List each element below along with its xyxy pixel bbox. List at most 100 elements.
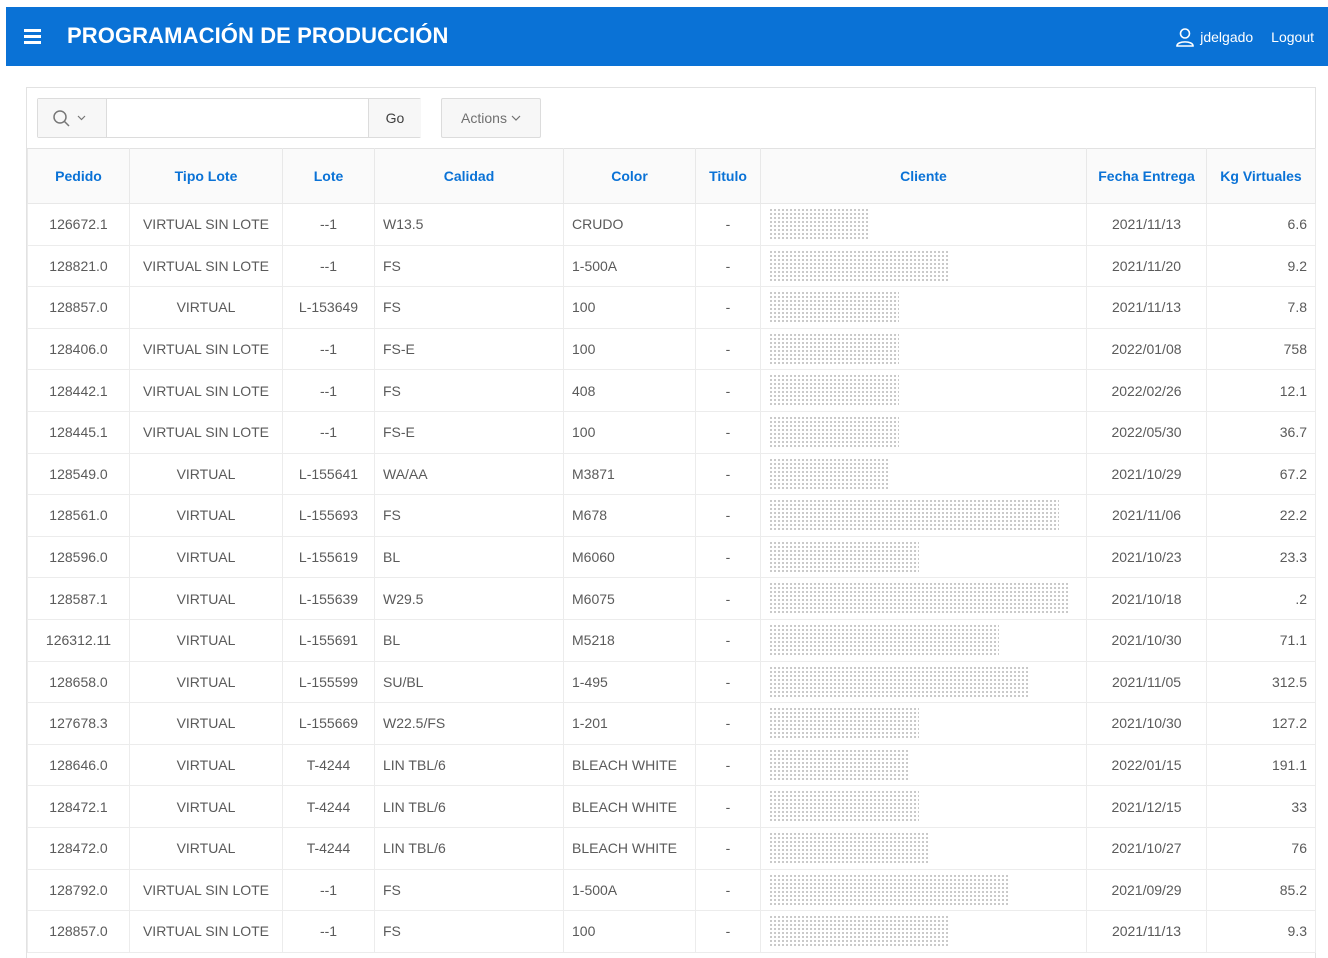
column-header-tipo-lote[interactable]: Tipo Lote <box>129 148 283 204</box>
cell-calidad: BL <box>374 535 564 579</box>
table-body: 126672.1 VIRTUAL SIN LOTE --1 W13.5 CRUDO -20… <box>27 203 1316 953</box>
cell-color: 1-500A <box>563 244 696 288</box>
hamburger-menu-icon[interactable] <box>20 24 44 48</box>
cell-lote: L-155619 <box>282 535 375 579</box>
table-row[interactable]: 128587.1 VIRTUAL L-155639 W29.5 M6075- 2021/1… <box>27 577 1316 620</box>
cell-tipo-lote: VIRTUAL <box>129 577 283 620</box>
search-input[interactable] <box>108 100 370 137</box>
table-row[interactable]: 128406.0 VIRTUAL SIN LOTE --1 FS-E 100- 2022/… <box>27 327 1316 371</box>
redacted-client-blur <box>769 499 1059 532</box>
cell-tipo-lote: VIRTUAL SIN LOTE <box>129 203 283 246</box>
cell-lote: --1 <box>282 369 375 412</box>
table-row[interactable]: 128445.1 VIRTUAL SIN LOTE --1 FS-E 100- 2022/… <box>27 410 1316 454</box>
redacted-client-blur <box>769 208 869 241</box>
cell-fecha-entrega: 2021/09/29 <box>1086 868 1207 912</box>
cell-pedido: 128561.0 <box>27 494 130 537</box>
table-row[interactable]: 128561.0 VIRTUAL L-155693 FS M678- 2021/11/06… <box>27 494 1316 537</box>
cell-lote: --1 <box>282 910 375 953</box>
cell-fecha-entrega: 2021/11/05 <box>1086 660 1207 704</box>
table-row[interactable]: 128596.0 VIRTUAL L-155619 BL M6060- 2021/10/2… <box>27 535 1316 579</box>
cell-calidad: SU/BL <box>374 660 564 704</box>
table-row[interactable]: 128646.0 VIRTUAL T-4244 LIN TBL/6 BLEACH WHI… <box>27 743 1316 787</box>
cell-cliente <box>760 369 1087 412</box>
cell-calidad: FS <box>374 910 564 953</box>
column-header-titulo[interactable]: Titulo <box>695 148 761 204</box>
cell-cliente <box>760 203 1087 246</box>
table-row[interactable]: 128857.0 VIRTUAL SIN LOTE --1 FS 100- 2021/11… <box>27 910 1316 953</box>
cell-color: 100 <box>563 410 696 454</box>
cell-cliente <box>760 785 1087 828</box>
column-header-kg-virtuales[interactable]: Kg Virtuales <box>1206 148 1316 204</box>
cell-titulo: - <box>695 577 761 620</box>
cell-tipo-lote: VIRTUAL <box>129 618 283 662</box>
table-row[interactable]: 126312.11 VIRTUAL L-155691 BL M5218- 2021/10/… <box>27 618 1316 662</box>
table-row[interactable]: 128857.0 VIRTUAL L-153649 FS 100- 2021/11/13 7… <box>27 286 1316 329</box>
cell-titulo: - <box>695 286 761 329</box>
cell-tipo-lote: VIRTUAL SIN LOTE <box>129 910 283 953</box>
cell-pedido: 128792.0 <box>27 868 130 912</box>
cell-tipo-lote: VIRTUAL SIN LOTE <box>129 327 283 371</box>
cell-pedido: 126672.1 <box>27 203 130 246</box>
table-row[interactable]: 128821.0 VIRTUAL SIN LOTE --1 FS 1-500A - 2021… <box>27 244 1316 288</box>
redacted-client-blur <box>769 790 919 823</box>
table-row[interactable]: 128658.0 VIRTUAL L-155599 SU/BL 1-495- 2021/1… <box>27 660 1316 704</box>
cell-kg-virtuales: 9.3 <box>1206 910 1316 953</box>
cell-tipo-lote: VIRTUAL SIN LOTE <box>129 410 283 454</box>
cell-color: CRUDO <box>563 203 696 246</box>
actions-menu-button[interactable]: Actions <box>441 98 541 138</box>
cell-kg-virtuales: 23.3 <box>1206 535 1316 579</box>
cell-kg-virtuales: 758 <box>1206 327 1316 371</box>
cell-fecha-entrega: 2021/10/30 <box>1086 618 1207 662</box>
cell-titulo: - <box>695 327 761 371</box>
cell-pedido: 128472.0 <box>27 826 130 870</box>
cell-pedido: 128658.0 <box>27 660 130 704</box>
cell-lote: T-4244 <box>282 785 375 828</box>
cell-lote: L-155691 <box>282 618 375 662</box>
redacted-client-blur <box>769 748 909 782</box>
table-row[interactable]: 128549.0 VIRTUAL L-155641 WA/AA M3871- 2021/1… <box>27 452 1316 496</box>
cell-titulo: - <box>695 660 761 704</box>
cell-kg-virtuales: .2 <box>1206 577 1316 620</box>
cell-calidad: LIN TBL/6 <box>374 743 564 787</box>
logout-link[interactable]: Logout <box>1271 29 1314 45</box>
cell-pedido: 128472.1 <box>27 785 130 828</box>
table-row[interactable]: 128472.0 VIRTUAL T-4244 LIN TBL/6 BLEACH WHI… <box>27 826 1316 870</box>
cell-calidad: LIN TBL/6 <box>374 785 564 828</box>
table-row[interactable]: 128472.1 VIRTUAL T-4244 LIN TBL/6 BLEACH WHI… <box>27 785 1316 828</box>
username[interactable]: jdelgado <box>1200 29 1253 45</box>
column-header-pedido[interactable]: Pedido <box>27 148 130 204</box>
table-row[interactable]: 126672.1 VIRTUAL SIN LOTE --1 W13.5 CRUDO - 20… <box>27 203 1316 246</box>
column-header-calidad[interactable]: Calidad <box>374 148 564 204</box>
cell-color: 100 <box>563 286 696 329</box>
search-icon <box>53 110 86 127</box>
column-header-lote[interactable]: Lote <box>282 148 375 204</box>
cell-lote: --1 <box>282 203 375 246</box>
cell-tipo-lote: VIRTUAL <box>129 785 283 828</box>
cell-color: M5218 <box>563 618 696 662</box>
cell-calidad: FS <box>374 286 564 329</box>
search-column-selector[interactable] <box>38 99 107 137</box>
cell-kg-virtuales: 12.1 <box>1206 369 1316 412</box>
redacted-client-blur <box>769 457 889 491</box>
column-header-fecha-entrega[interactable]: Fecha Entrega <box>1086 148 1207 204</box>
redacted-client-blur <box>769 707 919 740</box>
cell-pedido: 128857.0 <box>27 286 130 329</box>
cell-pedido: 126312.11 <box>27 618 130 662</box>
cell-fecha-entrega: 2021/10/18 <box>1086 577 1207 620</box>
cell-lote: --1 <box>282 244 375 288</box>
cell-kg-virtuales: 6.6 <box>1206 203 1316 246</box>
cell-calidad: FS-E <box>374 410 564 454</box>
cell-kg-virtuales: 71.1 <box>1206 618 1316 662</box>
cell-fecha-entrega: 2021/11/06 <box>1086 494 1207 537</box>
cell-calidad: FS <box>374 244 564 288</box>
redacted-client-blur <box>769 332 899 366</box>
column-header-cliente[interactable]: Cliente <box>760 148 1087 204</box>
column-header-color[interactable]: Color <box>563 148 696 204</box>
table-row[interactable]: 127678.3 VIRTUAL L-155669 W22.5/FS 1-201- 202… <box>27 702 1316 745</box>
cell-kg-virtuales: 85.2 <box>1206 868 1316 912</box>
table-row[interactable]: 128792.0 VIRTUAL SIN LOTE --1 FS 1-500A - 2021… <box>27 868 1316 912</box>
cell-calidad: FS <box>374 868 564 912</box>
cell-titulo: - <box>695 826 761 870</box>
go-button[interactable]: Go <box>368 99 421 137</box>
table-row[interactable]: 128442.1 VIRTUAL SIN LOTE --1 FS 408- 2022/02… <box>27 369 1316 412</box>
